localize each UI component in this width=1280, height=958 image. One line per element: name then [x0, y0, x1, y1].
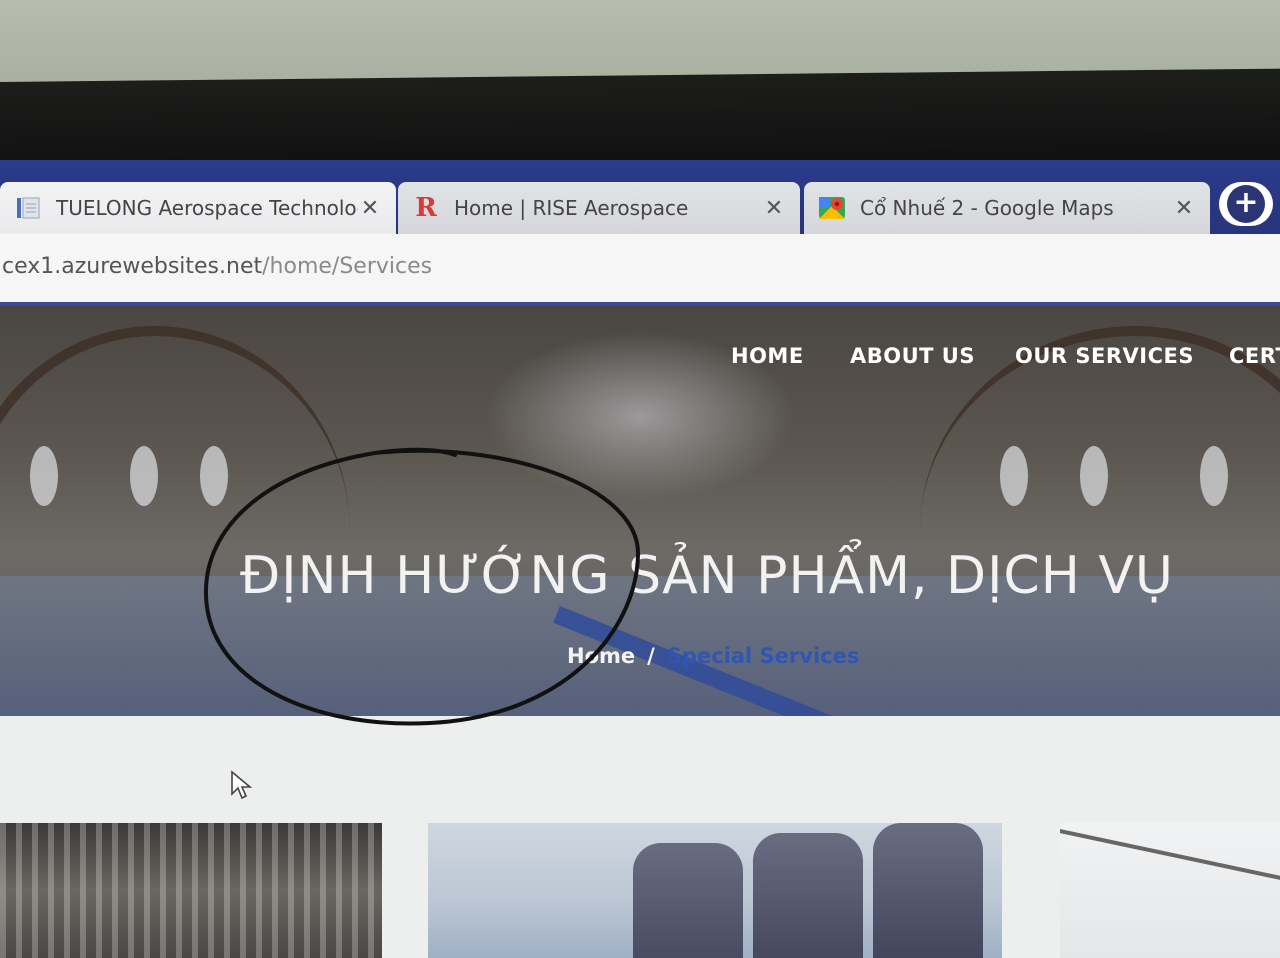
address-bar[interactable]: cex1.azurewebsites.net/home/Services — [0, 234, 1280, 306]
close-icon[interactable]: ✕ — [762, 196, 786, 221]
nav-our-services[interactable]: OUR SERVICES — [1015, 344, 1194, 368]
url-host: cex1.azurewebsites.net — [2, 254, 263, 279]
seat-shape — [753, 833, 863, 958]
google-maps-icon — [818, 194, 846, 222]
tab-google-maps[interactable]: Cổ Nhuế 2 - Google Maps ✕ — [804, 182, 1210, 234]
cabin-window — [1000, 446, 1028, 506]
nav-home[interactable]: HOME — [731, 344, 804, 368]
url-text[interactable]: cex1.azurewebsites.net/home/Services — [2, 254, 432, 279]
tab-tuelong[interactable]: TUELONG Aerospace Technology ✕ — [0, 182, 396, 234]
tab-title: Home | RISE Aerospace — [454, 196, 689, 220]
nav-cert[interactable]: CERT — [1229, 344, 1280, 368]
plus-icon: + — [1227, 185, 1265, 223]
new-tab-button[interactable]: + — [1219, 182, 1273, 226]
seat-shape — [633, 843, 743, 958]
close-icon[interactable]: ✕ — [358, 196, 382, 221]
cabin-window — [30, 446, 58, 506]
close-icon[interactable]: ✕ — [1172, 196, 1196, 221]
nav-about-us[interactable]: ABOUT US — [850, 344, 975, 368]
cockpit-image[interactable] — [0, 823, 382, 958]
tab-rise-aerospace[interactable]: R Home | RISE Aerospace ✕ — [398, 182, 800, 234]
url-path: /home/Services — [262, 254, 433, 279]
cabin-seats-image[interactable] — [428, 823, 1002, 958]
breadcrumb-current: Special Services — [666, 644, 860, 668]
cabin-window — [130, 446, 158, 506]
aircraft-image[interactable] — [1060, 823, 1280, 958]
browser-tab-strip: TUELONG Aerospace Technology ✕ R Home | … — [0, 160, 1280, 234]
cabin-window — [1200, 446, 1228, 506]
tab-title: Cổ Nhuế 2 - Google Maps — [860, 196, 1114, 220]
rise-logo-icon: R — [415, 193, 437, 223]
document-icon — [14, 194, 42, 222]
wing-line — [1060, 829, 1280, 881]
hand-drawn-circle-annotation — [203, 447, 641, 726]
mouse-pointer-icon — [231, 770, 253, 800]
cabin-window — [1080, 446, 1108, 506]
tab-title: TUELONG Aerospace Technology — [56, 196, 358, 220]
seat-shape — [873, 823, 983, 958]
